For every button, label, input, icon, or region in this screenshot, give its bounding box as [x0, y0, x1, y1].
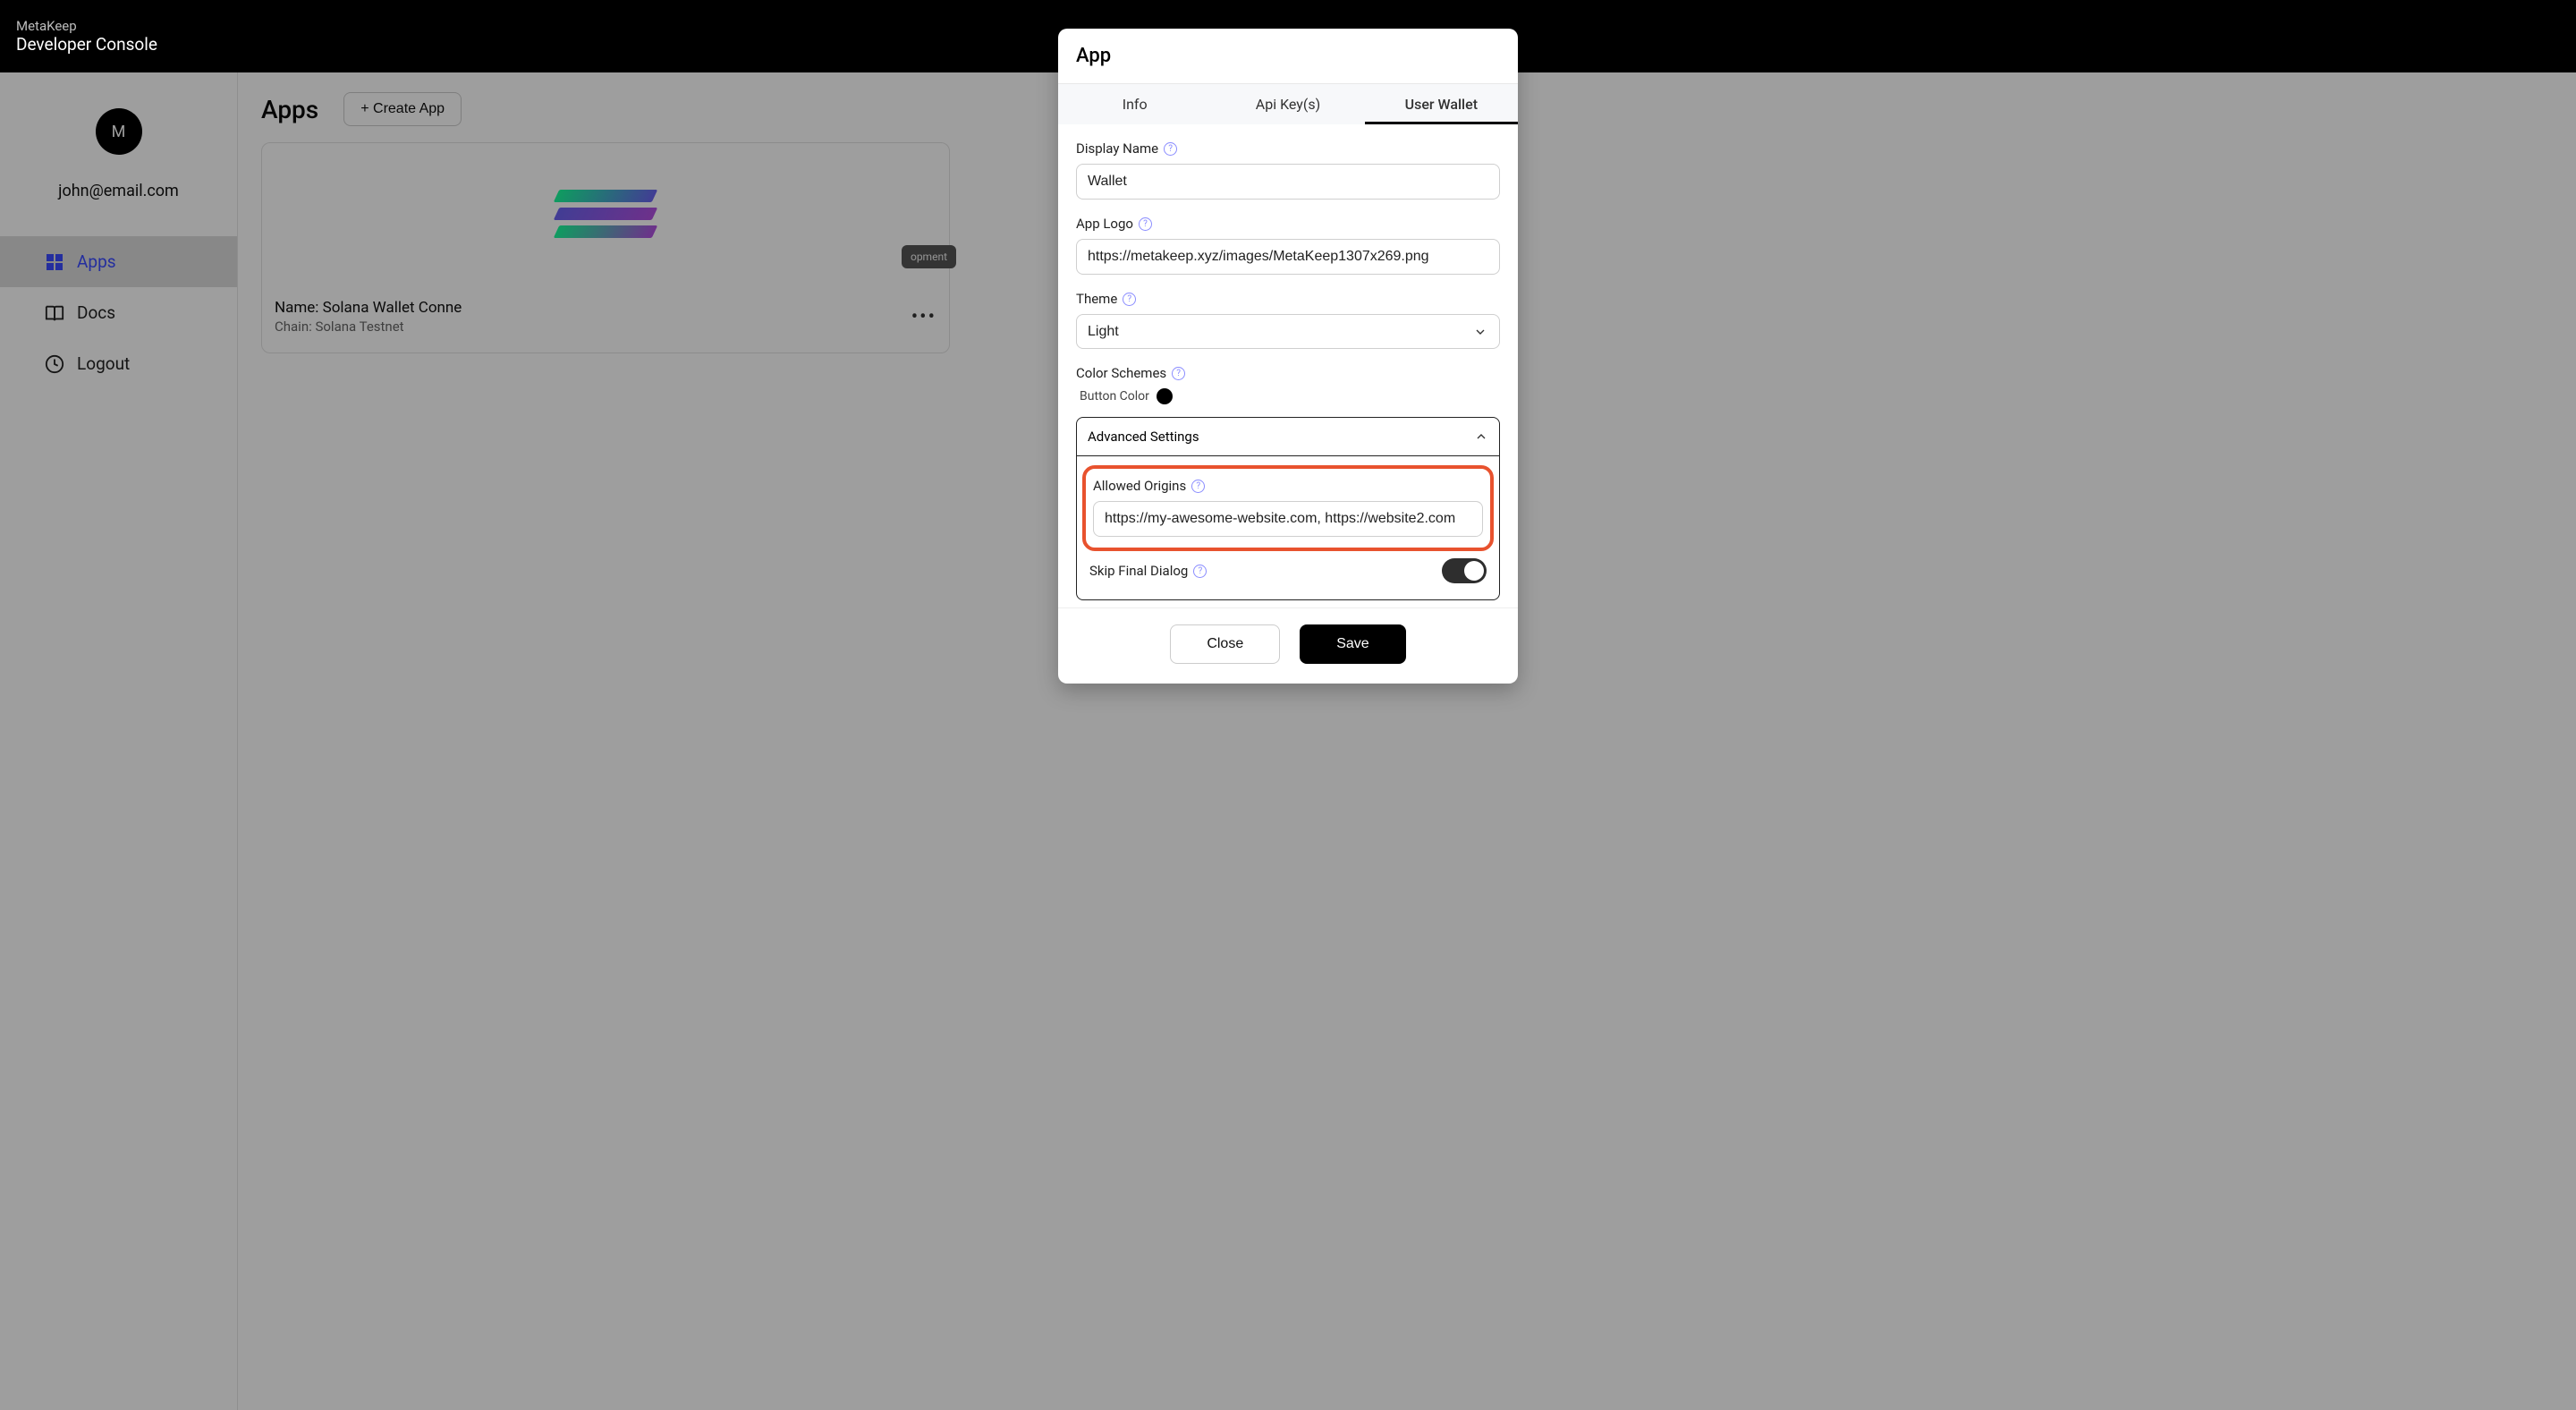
advanced-settings-accordion: Advanced Settings Allowed Origins ? Skip… — [1076, 417, 1500, 600]
theme-label: Theme — [1076, 291, 1117, 307]
app-logo-input[interactable] — [1076, 239, 1500, 275]
allowed-origins-input[interactable] — [1093, 501, 1483, 537]
help-icon[interactable]: ? — [1172, 367, 1185, 380]
advanced-settings-toggle[interactable]: Advanced Settings — [1077, 418, 1499, 456]
tab-user-wallet[interactable]: User Wallet — [1365, 84, 1518, 124]
help-icon[interactable]: ? — [1193, 565, 1207, 578]
button-color-label: Button Color — [1080, 389, 1149, 403]
skip-final-dialog-toggle[interactable] — [1442, 558, 1487, 583]
theme-select[interactable]: Light — [1076, 314, 1500, 349]
close-button[interactable]: Close — [1170, 624, 1280, 664]
button-color-swatch[interactable] — [1157, 388, 1173, 404]
help-icon[interactable]: ? — [1164, 142, 1177, 156]
modal-tabs: Info Api Key(s) User Wallet — [1058, 83, 1518, 124]
allowed-origins-label: Allowed Origins — [1093, 478, 1186, 494]
color-schemes-label: Color Schemes — [1076, 365, 1166, 381]
app-modal: App Info Api Key(s) User Wallet Display … — [1058, 29, 1518, 684]
app-logo-label: App Logo — [1076, 216, 1133, 232]
modal-title: App — [1058, 29, 1518, 83]
brand-sub: MetaKeep — [16, 18, 157, 34]
allowed-origins-highlight: Allowed Origins ? — [1082, 465, 1494, 551]
advanced-settings-label: Advanced Settings — [1088, 429, 1199, 445]
tab-api-keys[interactable]: Api Key(s) — [1211, 84, 1364, 124]
save-button[interactable]: Save — [1300, 624, 1405, 664]
help-icon[interactable]: ? — [1191, 480, 1205, 493]
help-icon[interactable]: ? — [1139, 217, 1152, 231]
help-icon[interactable]: ? — [1123, 293, 1136, 306]
display-name-label: Display Name — [1076, 140, 1158, 157]
tab-info[interactable]: Info — [1058, 84, 1211, 124]
skip-final-dialog-label: Skip Final Dialog — [1089, 563, 1188, 579]
chevron-up-icon — [1474, 429, 1488, 444]
brand-main: Developer Console — [16, 34, 157, 55]
display-name-input[interactable] — [1076, 164, 1500, 200]
